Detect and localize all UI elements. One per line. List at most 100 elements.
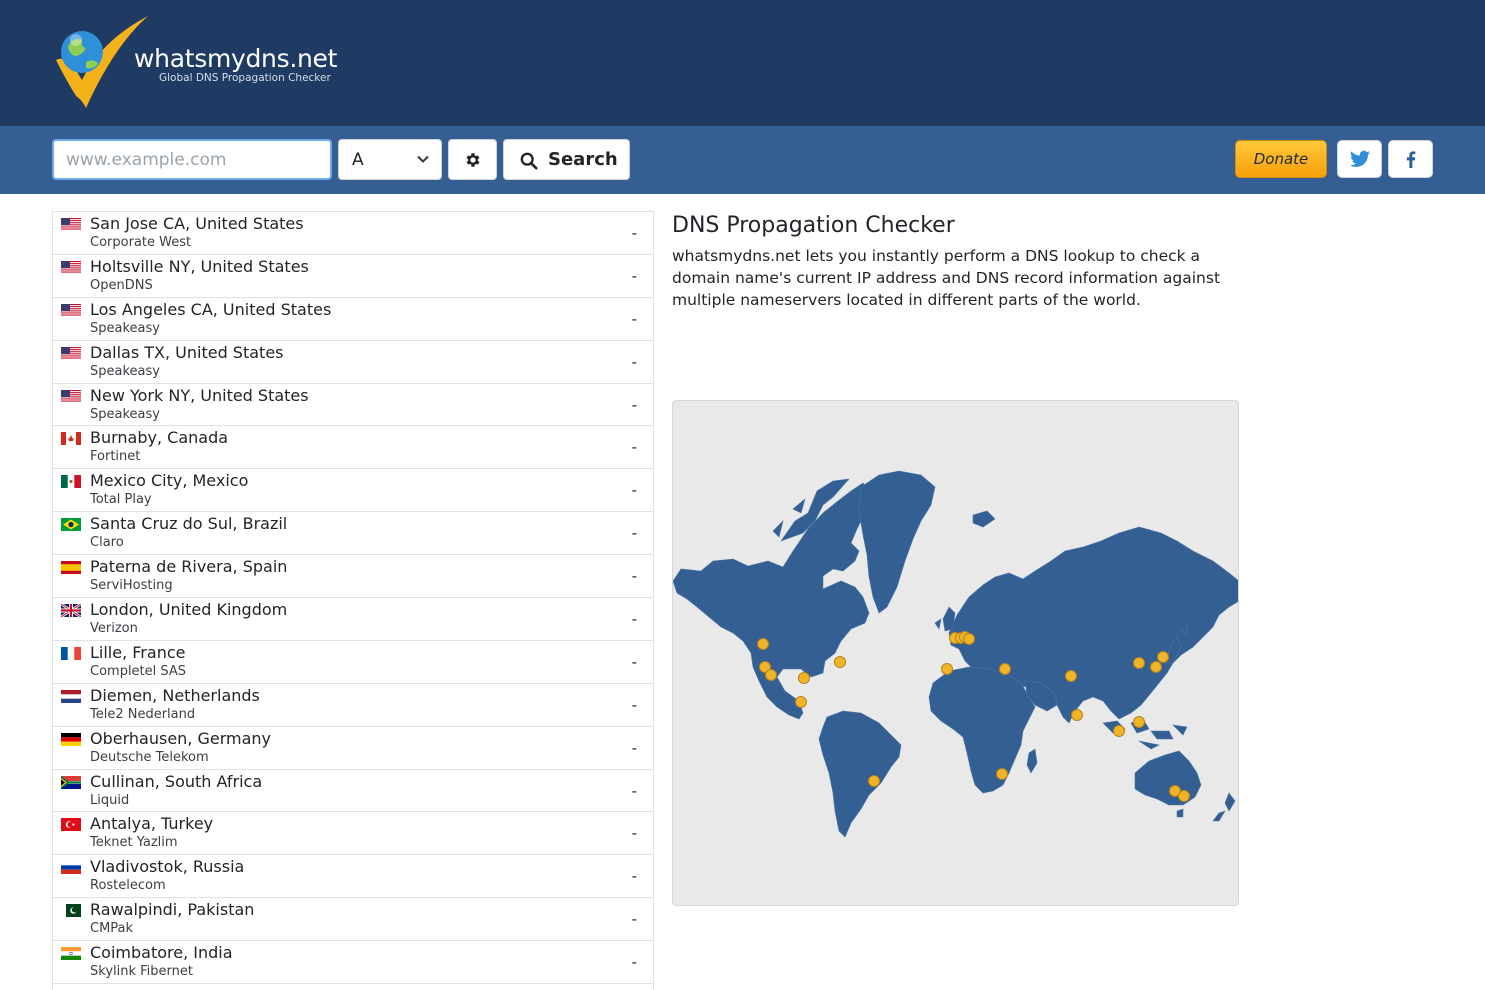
search-button[interactable]: Search	[503, 139, 630, 180]
domain-search-input[interactable]	[52, 139, 332, 180]
result-row[interactable]: Diemen, Netherlands Tele2 Nederland -	[53, 684, 653, 727]
result-status: -	[631, 567, 637, 586]
server-location-marker[interactable]	[1157, 651, 1169, 663]
result-provider: Tele2 Nederland	[90, 706, 196, 722]
flag-us-icon	[61, 346, 81, 360]
result-row[interactable]: San Jose CA, United States Corporate West…	[53, 212, 653, 255]
result-status: -	[631, 652, 637, 671]
server-location-marker[interactable]	[999, 663, 1011, 675]
result-status: -	[631, 224, 637, 242]
result-provider: Fortinet	[90, 449, 141, 465]
result-row[interactable]: London, United Kingdom Verizon -	[53, 598, 653, 641]
flag-ca-icon	[61, 432, 81, 446]
result-row[interactable]: Antalya, Turkey Teknet Yazlim -	[53, 812, 653, 856]
flag-de-icon	[61, 732, 81, 746]
magnifier-icon	[520, 152, 538, 170]
result-row[interactable]: Burnaby, Canada Fortinet -	[53, 426, 653, 470]
result-location: Rawalpindi, Pakistan	[90, 900, 255, 920]
flag-ru-icon	[61, 861, 81, 875]
result-status: -	[631, 610, 637, 629]
world-map[interactable]	[672, 400, 1239, 906]
flag-us-icon	[61, 389, 81, 403]
result-location: Vladivostok, Russia	[90, 857, 245, 877]
settings-button[interactable]	[448, 139, 497, 180]
server-location-marker[interactable]	[834, 656, 846, 668]
result-status: -	[631, 524, 637, 543]
server-location-marker[interactable]	[757, 638, 769, 650]
brand-tagline: Global DNS Propagation Checker	[159, 72, 331, 84]
server-location-marker[interactable]	[1150, 661, 1162, 673]
result-location: Santa Cruz do Sul, Brazil	[90, 514, 288, 534]
server-location-marker[interactable]	[795, 696, 807, 708]
result-provider: Speakeasy	[90, 363, 160, 379]
result-row[interactable]: New York NY, United States Speakeasy -	[53, 384, 653, 427]
server-location-marker[interactable]	[765, 669, 777, 681]
south-america-landmass	[818, 710, 902, 838]
result-row[interactable]: Santa Cruz do Sul, Brazil Claro -	[53, 512, 653, 556]
site-logo[interactable]: whatsmydns.net Global DNS Propagation Ch…	[52, 16, 342, 112]
server-location-marker[interactable]	[1065, 670, 1077, 682]
result-location: Diemen, Netherlands	[90, 685, 260, 705]
record-type-value: A	[352, 150, 364, 170]
result-row[interactable]: Mexico City, Mexico Total Play -	[53, 469, 653, 513]
result-location: Lille, France	[90, 642, 186, 662]
server-location-marker[interactable]	[868, 775, 880, 787]
result-provider: OpenDNS	[90, 277, 153, 293]
twitter-share-button[interactable]	[1337, 140, 1382, 178]
chevron-down-icon	[417, 155, 429, 163]
flag-br-icon	[61, 518, 81, 532]
result-row[interactable]: Cullinan, South Africa Liquid -	[53, 770, 653, 813]
flag-in-icon	[61, 947, 81, 961]
result-status: -	[631, 910, 637, 929]
server-location-marker[interactable]	[1113, 725, 1125, 737]
result-row[interactable]: Rawalpindi, Pakistan CMPak -	[53, 898, 653, 942]
result-row[interactable]: Lille, France Completel SAS -	[53, 641, 653, 684]
record-type-select[interactable]: A	[338, 139, 442, 180]
server-location-marker[interactable]	[1133, 657, 1145, 669]
server-location-marker[interactable]	[798, 672, 810, 684]
flag-es-icon	[61, 561, 81, 575]
result-row[interactable]: Dallas TX, United States Speakeasy -	[53, 341, 653, 384]
result-status: -	[631, 266, 637, 285]
server-location-marker[interactable]	[941, 663, 953, 675]
result-row[interactable]	[53, 984, 653, 990]
result-row[interactable]: Paterna de Rivera, Spain ServiHosting -	[53, 555, 653, 599]
flag-fr-icon	[61, 646, 81, 660]
server-location-marker[interactable]	[996, 768, 1008, 780]
result-provider: Teknet Yazlim	[90, 835, 178, 851]
result-row[interactable]: Los Angeles CA, United States Speakeasy -	[53, 298, 653, 341]
result-provider: Skylink Fibernet	[90, 964, 193, 980]
greenland-landmass	[858, 470, 936, 614]
result-location: San Jose CA, United States	[90, 214, 304, 233]
search-button-label: Search	[548, 149, 618, 170]
server-location-marker[interactable]	[1071, 709, 1083, 721]
flag-nl-icon	[61, 689, 81, 703]
server-location-marker[interactable]	[1178, 790, 1190, 802]
result-row[interactable]: Holtsville NY, United States OpenDNS -	[53, 255, 653, 298]
result-status: -	[631, 695, 637, 714]
result-provider: Liquid	[90, 792, 130, 808]
madagascar-landmass	[1026, 748, 1038, 774]
result-row[interactable]: Oberhausen, Germany Deutsche Telekom -	[53, 727, 653, 770]
result-provider: CMPak	[90, 921, 134, 937]
result-provider: Rostelecom	[90, 878, 166, 894]
result-provider: Corporate West	[90, 235, 192, 250]
facebook-share-button[interactable]	[1388, 140, 1433, 178]
result-status: -	[631, 309, 637, 328]
result-status: -	[631, 738, 637, 757]
result-location: Dallas TX, United States	[90, 342, 284, 362]
result-location: Oberhausen, Germany	[90, 728, 272, 748]
iceland-landmass	[972, 510, 996, 528]
server-location-marker[interactable]	[963, 633, 975, 645]
result-location: Coimbatore, India	[90, 943, 233, 963]
flag-us-icon	[61, 218, 81, 231]
flag-us-icon	[61, 260, 81, 274]
africa-landmass	[928, 666, 1036, 794]
donate-button[interactable]: Donate	[1235, 140, 1327, 178]
result-provider: Speakeasy	[90, 406, 160, 422]
result-row[interactable]: Vladivostok, Russia Rostelecom -	[53, 855, 653, 899]
result-row[interactable]: Coimbatore, India Skylink Fibernet -	[53, 941, 653, 985]
result-location: New York NY, United States	[90, 385, 309, 405]
result-provider: Total Play	[90, 492, 152, 508]
server-location-marker[interactable]	[1133, 716, 1145, 728]
